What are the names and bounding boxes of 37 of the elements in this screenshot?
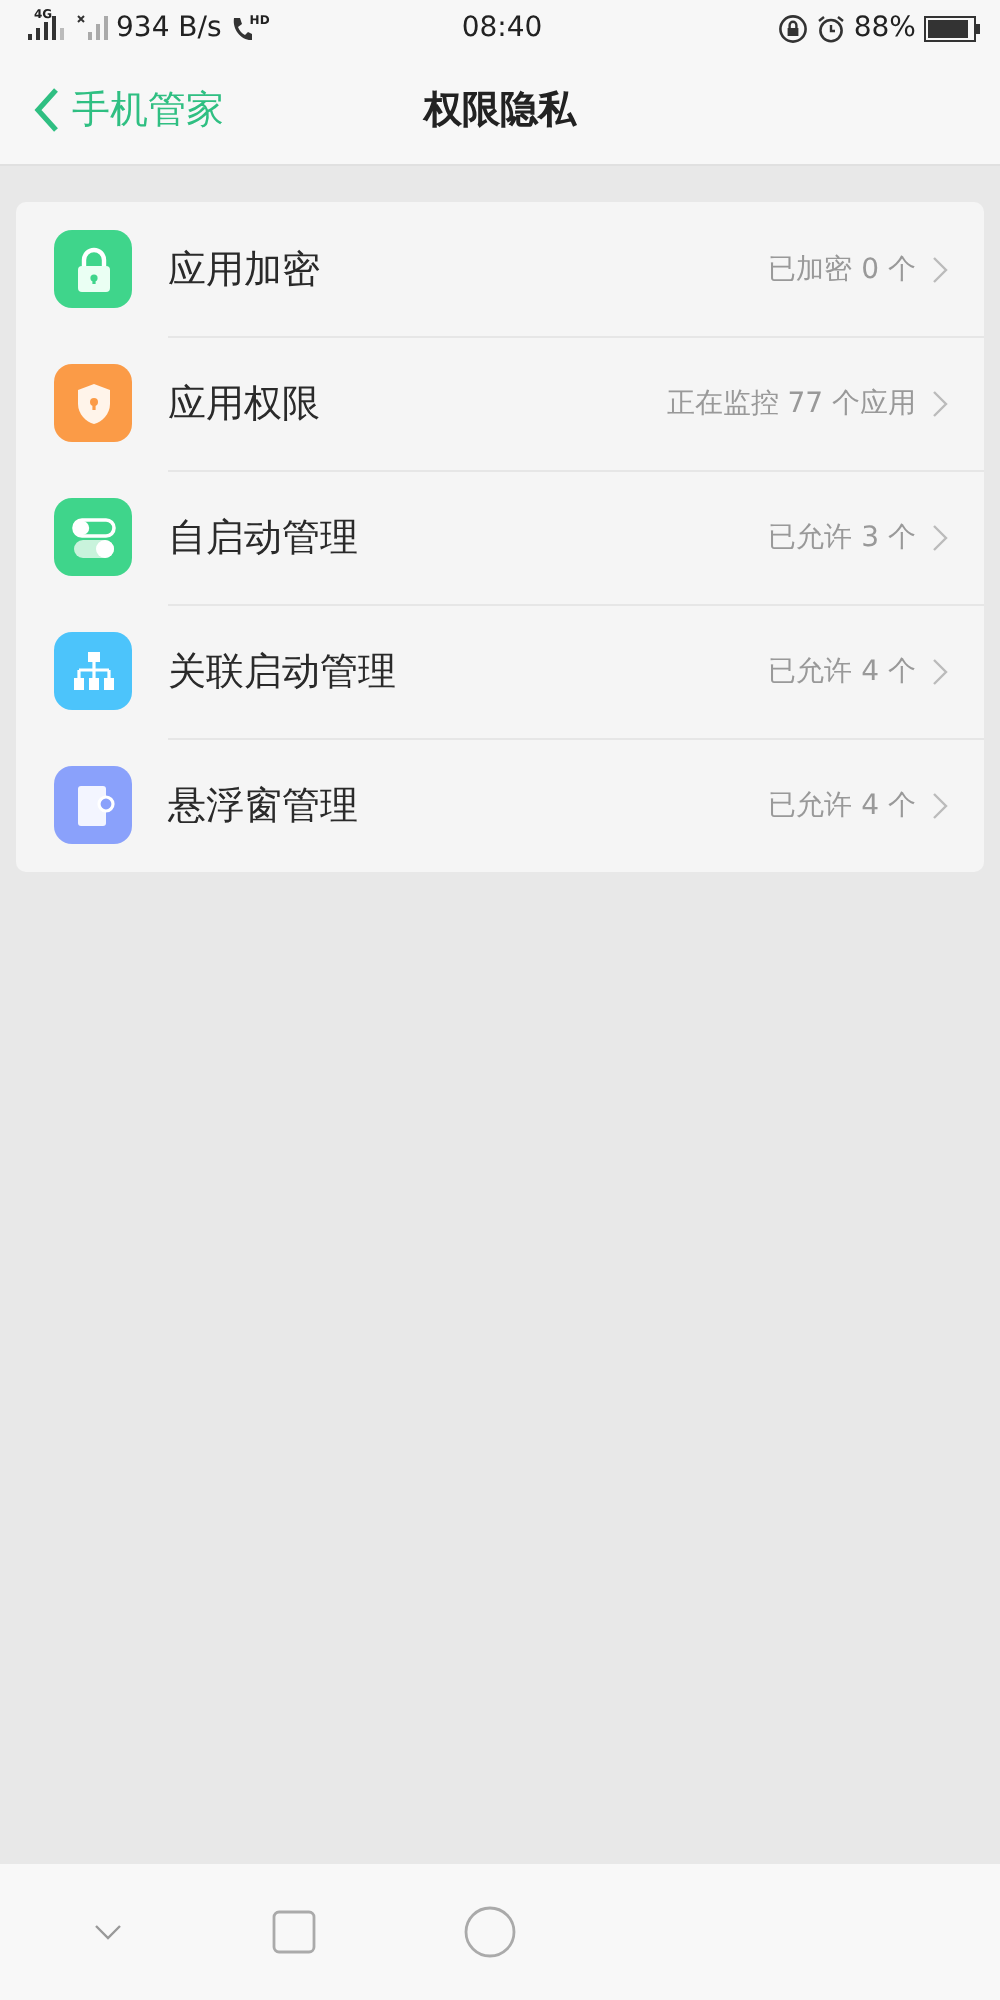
row-value: 正在监控 77 个应用 <box>666 385 916 421</box>
rotation-lock-icon <box>777 13 808 43</box>
toggle-icon <box>54 498 132 576</box>
row-value: 已允许 4 个 <box>768 653 916 689</box>
row-label: 悬浮窗管理 <box>168 781 360 831</box>
tree-icon <box>54 632 132 710</box>
chevron-right-icon <box>932 657 948 685</box>
chevron-down-icon[interactable] <box>94 1924 123 1940</box>
clock-time: 08:40 <box>461 12 543 44</box>
shield-icon <box>54 364 132 442</box>
chevron-right-icon <box>932 791 948 819</box>
battery-percent: 88% <box>853 12 916 44</box>
lock-icon <box>54 230 132 308</box>
settings-row[interactable]: 自启动管理 已允许 3 个 <box>16 470 984 604</box>
settings-row[interactable]: 应用加密 已加密 0 个 <box>16 202 984 336</box>
page-title: 权限隐私 <box>424 86 576 136</box>
network-speed: 934 B/s <box>116 12 222 44</box>
signal-icon <box>76 14 108 42</box>
settings-row[interactable]: 关联启动管理 已允许 4 个 <box>16 604 984 738</box>
row-label: 应用权限 <box>168 379 322 429</box>
settings-row[interactable]: 应用权限 正在监控 77 个应用 <box>16 336 984 470</box>
chevron-right-icon <box>932 523 948 551</box>
back-chevron-icon <box>32 86 60 134</box>
battery-icon <box>923 15 980 41</box>
row-value: 已允许 3 个 <box>768 519 916 555</box>
chevron-right-icon <box>932 389 948 417</box>
row-label: 自启动管理 <box>168 513 360 563</box>
alarm-icon <box>815 13 846 43</box>
recents-icon[interactable] <box>271 1910 316 1954</box>
window-icon <box>54 766 132 844</box>
home-icon[interactable] <box>464 1906 517 1958</box>
row-value: 已允许 4 个 <box>768 787 916 823</box>
row-value: 已加密 0 个 <box>768 251 916 287</box>
row-label: 关联启动管理 <box>168 647 398 697</box>
row-label: 应用加密 <box>168 245 322 295</box>
chevron-right-icon <box>932 255 948 283</box>
settings-row[interactable]: 悬浮窗管理 已允许 4 个 <box>16 738 984 872</box>
